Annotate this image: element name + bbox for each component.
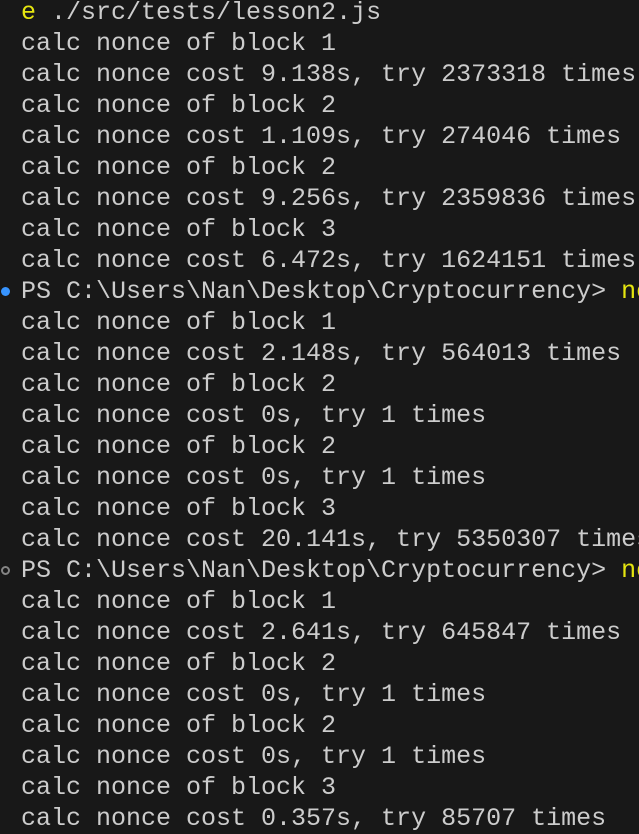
terminal-line: calc nonce cost 20.141s, try 5350307 tim… bbox=[21, 525, 639, 554]
terminal-line: calc nonce of block 2 bbox=[21, 432, 337, 461]
terminal-line: calc nonce of block 1 bbox=[21, 308, 337, 337]
terminal-line: calc nonce of block 2 bbox=[21, 153, 337, 182]
terminal-line: calc nonce cost 9.256s, try 2359836 time… bbox=[21, 184, 637, 213]
command-text: e bbox=[21, 0, 37, 27]
terminal-line: calc nonce of block 1 bbox=[21, 29, 337, 58]
terminal-line: calc nonce cost 0s, try 1 times bbox=[21, 680, 487, 709]
terminal-line: calc nonce of block 2 bbox=[21, 91, 337, 120]
command-success-decoration-icon[interactable] bbox=[1, 287, 10, 296]
prompt-path: PS C:\Users\Nan\Desktop\Cryptocurrency> bbox=[21, 556, 622, 585]
terminal-line: calc nonce of block 1 bbox=[21, 587, 337, 616]
terminal-line: calc nonce cost 2.641s, try 645847 times bbox=[21, 618, 622, 647]
terminal-line: calc nonce of block 3 bbox=[21, 215, 337, 244]
command-text: no bbox=[621, 556, 639, 585]
command-decoration-icon[interactable] bbox=[1, 566, 10, 575]
terminal-line: calc nonce of block 3 bbox=[21, 494, 337, 523]
command-text: no bbox=[621, 277, 639, 306]
terminal-line: calc nonce cost 1.109s, try 274046 times bbox=[21, 122, 622, 151]
terminal-line: e ./src/tests/lesson2.js bbox=[0, 0, 639, 28]
terminal-line: calc nonce of block 2 bbox=[21, 370, 337, 399]
terminal-line: calc nonce cost 0s, try 1 times bbox=[21, 401, 487, 430]
terminal-line: calc nonce cost 0s, try 1 times bbox=[21, 742, 487, 771]
terminal-line: calc nonce cost 0s, try 1 times bbox=[21, 463, 487, 492]
terminal-line: calc nonce of block 2 bbox=[21, 711, 337, 740]
terminal-prompt-line: PS C:\Users\Nan\Desktop\Cryptocurrency> … bbox=[0, 555, 639, 586]
prompt-path: PS C:\Users\Nan\Desktop\Cryptocurrency> bbox=[21, 277, 622, 306]
terminal-output[interactable]: e ./src/tests/lesson2.js calc nonce of b… bbox=[0, 0, 639, 834]
command-args: ./src/tests/lesson2.js bbox=[36, 0, 382, 27]
terminal-line: calc nonce of block 3 bbox=[21, 773, 337, 802]
terminal-line: calc nonce cost 2.148s, try 564013 times bbox=[21, 339, 622, 368]
terminal-line: calc nonce cost 9.138s, try 2373318 time… bbox=[21, 60, 637, 89]
terminal-line: calc nonce cost 6.472s, try 1624151 time… bbox=[21, 246, 637, 275]
terminal-prompt-line: PS C:\Users\Nan\Desktop\Cryptocurrency> … bbox=[0, 276, 639, 307]
terminal-line: calc nonce of block 2 bbox=[21, 649, 337, 678]
terminal-line: calc nonce cost 0.357s, try 85707 times bbox=[21, 804, 607, 833]
